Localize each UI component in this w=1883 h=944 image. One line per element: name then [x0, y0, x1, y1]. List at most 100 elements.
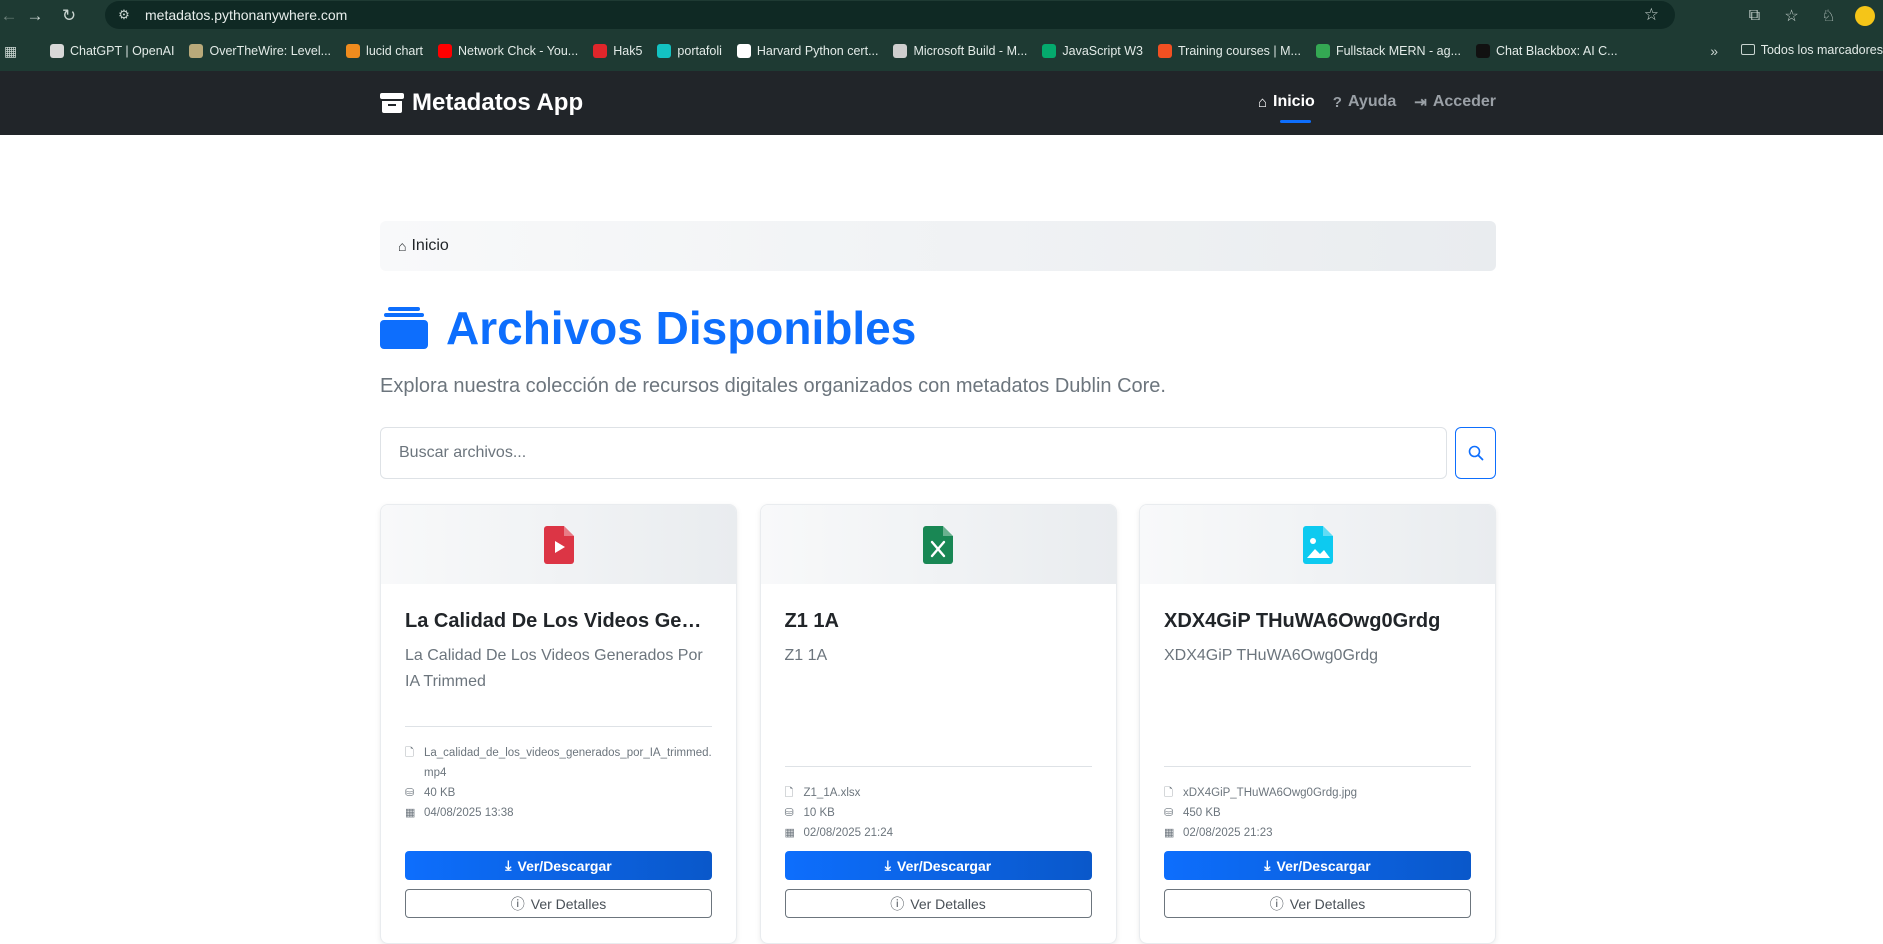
main-content: ⌂ Inicio Archivos Disponibles Explora nu… — [380, 221, 1496, 944]
reload-icon[interactable]: ↻ — [52, 0, 86, 31]
download-button[interactable]: ⤓ Ver/Descargar — [405, 851, 712, 880]
bookmark-favicon-icon — [1158, 44, 1172, 58]
hdd-icon: ⛁ — [405, 787, 415, 799]
avatar[interactable] — [1855, 5, 1875, 26]
card-size: 10 KB — [803, 807, 835, 819]
extensions-icon[interactable]: ⧉ — [1736, 7, 1773, 25]
bookmark-favicon-icon — [893, 44, 908, 58]
bookmark-item[interactable]: Fullstack MERN - ag... — [1315, 44, 1461, 58]
bookmark-favicon-icon — [346, 44, 361, 58]
bookmark-favicon-icon — [438, 44, 453, 58]
bookmark-favicon-icon — [50, 44, 64, 58]
nav-link-inicio[interactable]: ⌂ Inicio — [1257, 93, 1315, 123]
bookmark-item[interactable]: Network Chck - You... — [438, 44, 578, 58]
download-button[interactable]: ⤓ Ver/Descargar — [1164, 851, 1471, 880]
page-header: Archivos Disponibles — [380, 301, 1496, 355]
nav-link-acceder[interactable]: ⇥ Acceder — [1414, 93, 1496, 111]
nav-link-ayuda[interactable]: ? Ayuda — [1333, 93, 1396, 111]
bookmark-label: JavaScript W3 — [1062, 44, 1143, 58]
brand-link[interactable]: Metadatos App — [380, 89, 583, 117]
bookmark-item[interactable]: Chat Blackbox: AI C... — [1476, 44, 1618, 58]
download-button-label: Ver/Descargar — [517, 857, 612, 874]
bookmark-favicon-icon — [593, 44, 608, 58]
site-info-icon[interactable]: ⚙ — [109, 7, 139, 23]
address-bar[interactable]: ⚙ metadatos.pythonanywhere.com ☆ — [105, 1, 1675, 29]
details-button-label: Ver Detalles — [530, 895, 607, 912]
file-icon: 🗋 — [405, 747, 414, 759]
search-icon — [1468, 445, 1483, 461]
page-title: Archivos Disponibles — [446, 302, 917, 354]
card-header — [381, 505, 736, 584]
card-filename: Z1_1A.xlsx — [803, 787, 861, 799]
bookmark-item[interactable]: Microsoft Build - M... — [893, 44, 1027, 58]
hdd-icon: ⛁ — [1164, 807, 1174, 819]
file-icon: 🗋 — [784, 787, 794, 799]
card-body: La Calidad De Los Videos Gene... La Cali… — [381, 610, 736, 695]
download-icon: ⤓ — [884, 857, 891, 873]
info-circle-icon: ⓘ — [1269, 895, 1284, 912]
page-lead: Explora nuestra colección de recursos di… — [380, 375, 1166, 397]
bookmark-label: portafoli — [677, 44, 722, 58]
bookmark-label: lucid chart — [366, 44, 424, 58]
back-icon[interactable]: ← — [0, 0, 18, 31]
card-header — [760, 505, 1116, 584]
address-bar-url[interactable]: metadatos.pythonanywhere.com — [145, 7, 347, 23]
search-bar — [380, 427, 1496, 479]
bookmark-item[interactable]: Training courses | M... — [1158, 44, 1301, 58]
card-title[interactable]: Z1 1A — [785, 610, 1092, 633]
card-title[interactable]: La Calidad De Los Videos Gene... — [405, 610, 712, 633]
search-button[interactable] — [1455, 427, 1496, 479]
download-button-label: Ver/Descargar — [897, 857, 992, 874]
details-button[interactable]: ⓘ Ver Detalles — [405, 889, 712, 918]
bookmark-item[interactable]: lucid chart — [346, 44, 423, 58]
bookmark-label: Training courses | M... — [1178, 44, 1301, 58]
card-meta: 🗋 Z1_1A.xlsx ⛁ 10 KB ▦ 02/08/2025 21:24 — [784, 766, 1092, 843]
home-icon: ⌂ — [398, 238, 407, 254]
bookmark-label: ChatGPT | OpenAI — [70, 44, 175, 58]
details-button[interactable]: ⓘ Ver Detalles — [784, 889, 1092, 918]
home-icon: ⌂ — [1257, 93, 1267, 111]
card-header — [1140, 505, 1495, 584]
file-video-icon — [543, 525, 574, 564]
card-body: XDX4GiP THuWA6Owg0Grdg XDX4GiP THuWA6Owg… — [1140, 610, 1495, 669]
card-meta: 🗋 xDX4GiP_THuWA6Owg0Grdg.jpg ⛁ 450 KB ▦ 02/… — [1164, 766, 1471, 843]
bookmark-item[interactable]: Hak5 — [593, 44, 642, 58]
bookmark-favicon-icon — [189, 44, 204, 58]
bookmark-item[interactable]: Harvard Python cert... — [736, 44, 878, 58]
card-date: 04/08/2025 13:38 — [424, 807, 514, 819]
hdd-icon: ⛁ — [784, 807, 794, 819]
details-button-label: Ver Detalles — [910, 895, 986, 912]
calendar-icon: ▦ — [784, 827, 795, 839]
bookmark-item[interactable]: OverTheWire: Level... — [189, 44, 331, 58]
bookmark-star-icon[interactable]: ☆ — [1644, 5, 1659, 25]
bookmarks-bar: ▦ ChatGPT | OpenAI OverTheWire: Level... l… — [0, 31, 1883, 71]
bookmark-favicon-icon — [1042, 44, 1057, 58]
bookmark-item[interactable]: portafoli — [657, 44, 722, 58]
file-icon: 🗋 — [1164, 787, 1173, 799]
forward-icon[interactable]: → — [18, 0, 52, 31]
nav-links: ⌂ Inicio ? Ayuda ⇥ Acceder — [1240, 93, 1496, 123]
incognito-icon[interactable]: ♘ — [1810, 6, 1847, 26]
bookmark-label: Network Chck - You... — [458, 44, 579, 58]
file-card: Z1 1A Z1 1A 🗋 Z1_1A.xlsx ⛁ 10 KB ▦ 02/08/20… — [759, 504, 1117, 944]
search-input[interactable] — [380, 427, 1447, 479]
all-bookmarks-folder[interactable]: Todos los marcadores — [1740, 43, 1883, 57]
bookmarks-manager-icon[interactable]: ☆ — [1773, 6, 1810, 26]
bookmark-favicon-icon — [736, 44, 751, 58]
card-size: 40 KB — [424, 787, 456, 799]
details-button[interactable]: ⓘ Ver Detalles — [1164, 889, 1471, 918]
bookmark-item[interactable]: JavaScript W3 — [1042, 44, 1143, 58]
card-description: XDX4GiP THuWA6Owg0Grdg — [1164, 647, 1379, 664]
bookmark-favicon-icon — [657, 44, 672, 58]
card-size: 450 KB — [1183, 807, 1221, 819]
bookmark-label: Hak5 — [613, 44, 643, 58]
app-navbar: Metadatos App ⌂ Inicio ? Ayuda ⇥ Acceder — [0, 71, 1883, 135]
apps-grid-icon[interactable]: ▦ — [4, 43, 26, 60]
download-button[interactable]: ⤓ Ver/Descargar — [784, 851, 1092, 880]
card-title[interactable]: XDX4GiP THuWA6Owg0Grdg — [1164, 610, 1471, 633]
chevron-right-icon[interactable]: » — [1710, 43, 1718, 59]
question-circle-icon: ? — [1332, 93, 1342, 111]
bookmark-item[interactable]: ChatGPT | OpenAI — [50, 44, 174, 58]
breadcrumb-item-inicio[interactable]: Inicio — [411, 237, 448, 255]
file-card: XDX4GiP THuWA6Owg0Grdg XDX4GiP THuWA6Owg… — [1139, 504, 1496, 944]
